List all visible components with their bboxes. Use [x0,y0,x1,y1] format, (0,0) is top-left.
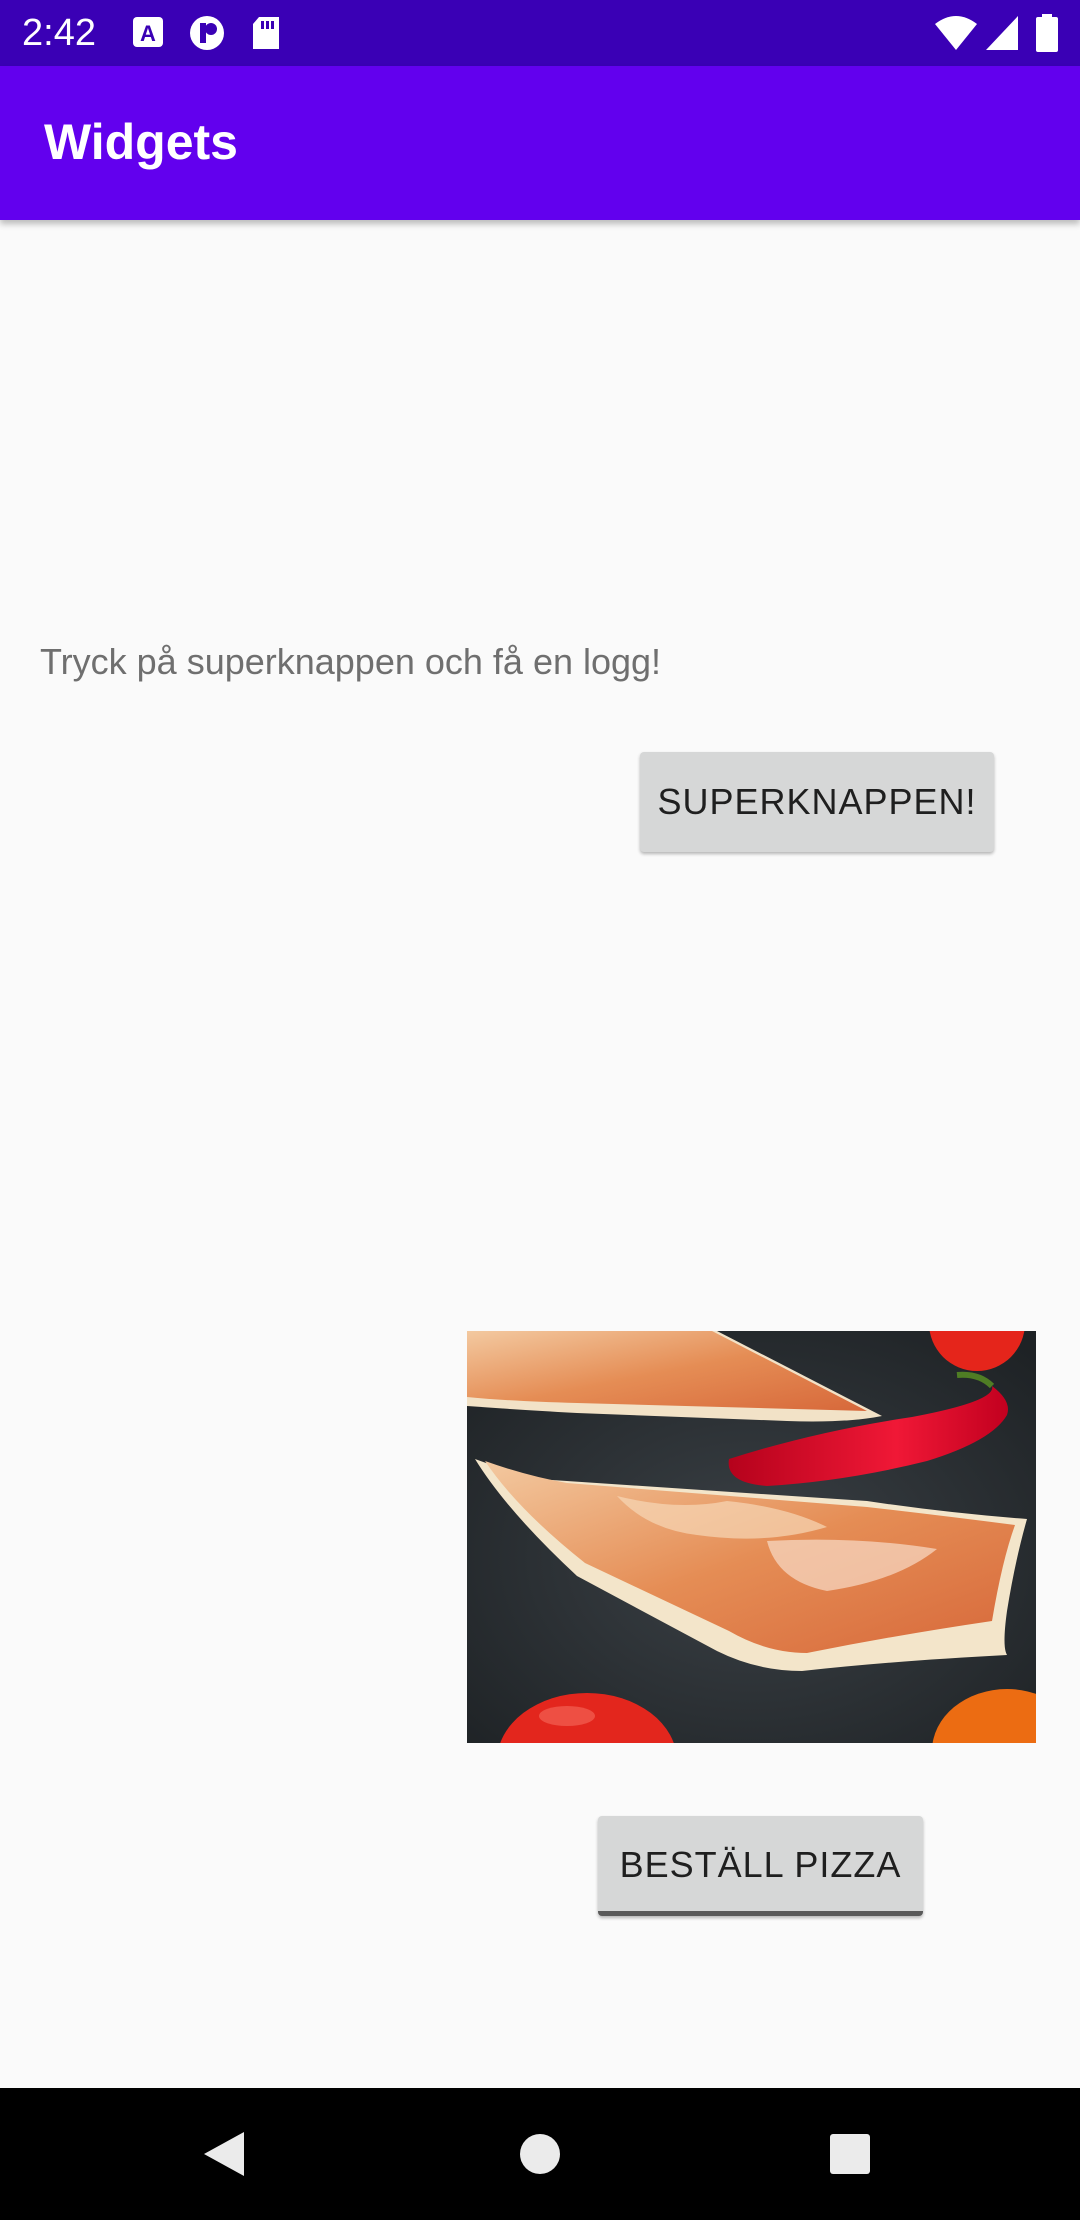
p-circle-icon [188,14,226,52]
battery-icon [1034,14,1060,52]
superknappen-button[interactable]: SUPERKNAPPEN! [640,752,994,852]
app-title: Widgets [44,114,238,170]
order-pizza-button[interactable]: BESTÄLL PIZZA [598,1816,923,1916]
app-bar: Widgets [0,66,1080,220]
wifi-icon [934,14,978,52]
font-a-icon: A [130,14,168,52]
status-bar: 2:42 A [0,0,1080,66]
sd-card-icon [248,14,286,52]
back-icon[interactable] [190,2118,262,2190]
status-time: 2:42 [22,12,96,54]
svg-text:A: A [140,21,156,46]
hint-text: Tryck på superknappen och få en logg! [40,641,662,682]
pizza-image [467,1331,1036,1743]
home-icon[interactable] [504,2118,576,2190]
navigation-bar [0,2088,1080,2220]
recents-icon[interactable] [814,2118,886,2190]
signal-icon [984,14,1022,52]
app-screen: 2:42 A Widgets Tryck på superknappen och… [0,0,1080,2220]
